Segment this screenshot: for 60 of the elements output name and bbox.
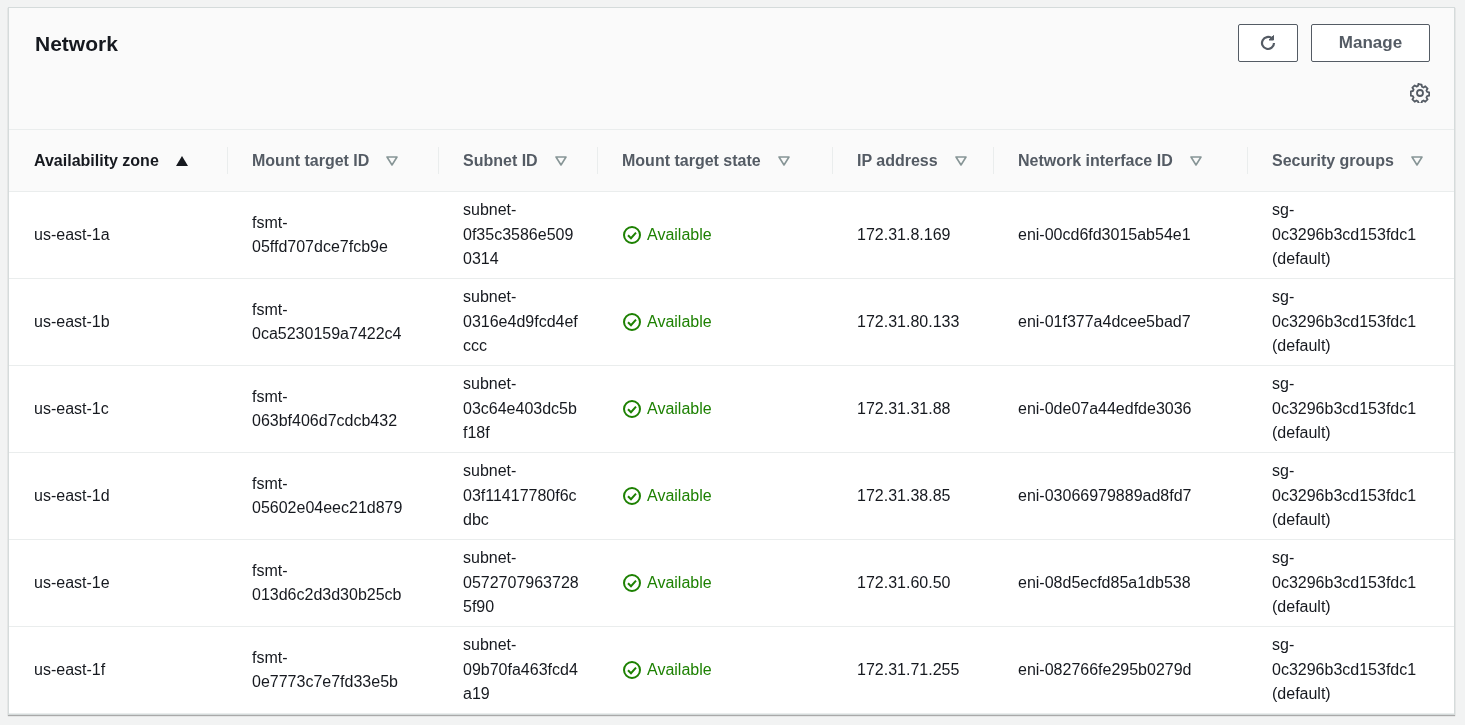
- table-cell-text: subnet-0316e4d9fcd4efccc: [463, 287, 579, 357]
- table-cell-text: us-east-1d: [34, 485, 110, 506]
- table-cell-text: 172.31.38.85: [857, 485, 951, 506]
- column-header[interactable]: Mount target ID: [227, 130, 438, 192]
- table-cell-text: 172.31.8.169: [857, 224, 951, 245]
- check-circle-icon: [622, 312, 642, 332]
- column-header[interactable]: Availability zone: [9, 130, 227, 192]
- table-cell-text: subnet-05727079637285f90: [463, 548, 579, 618]
- status-label: Available: [622, 222, 712, 248]
- table-cell-text: sg-0c3296b3cd153fdc1 (default): [1272, 548, 1418, 618]
- column-header[interactable]: Network interface ID: [993, 130, 1247, 192]
- table-cell-text: eni-0de07a44edfde3036: [1018, 398, 1192, 419]
- table-cell-text: eni-03066979889ad8fd7: [1018, 485, 1192, 506]
- table-cell-text: fsmt-013d6c2d3d30b25cb: [252, 560, 403, 605]
- status-label: Available: [622, 570, 712, 596]
- table-cell-text: fsmt-0e7773c7e7fd33e5b: [252, 647, 399, 692]
- status-label: Available: [622, 483, 712, 509]
- table-cell-text: subnet-03c64e403dc5bf18f: [463, 374, 578, 444]
- table-cell-text: eni-082766fe295b0279d: [1018, 659, 1192, 680]
- table-cell-text: 172.31.71.255: [857, 659, 960, 680]
- column-header[interactable]: IP address: [832, 130, 993, 192]
- table-cell-text: eni-08d5ecfd85a1db538: [1018, 572, 1191, 593]
- table-cell-text: 172.31.31.88: [857, 398, 951, 419]
- column-header[interactable]: Subnet ID: [438, 130, 597, 192]
- table-cell-text: us-east-1a: [34, 224, 110, 245]
- table-cell-text: fsmt-05ffd707dce7fcb9e: [252, 212, 389, 257]
- table-cell-text: 172.31.60.50: [857, 572, 951, 593]
- status-label: Available: [622, 657, 712, 683]
- check-circle-icon: [622, 486, 642, 506]
- status-label: Available: [622, 396, 712, 422]
- column-header[interactable]: Mount target state: [597, 130, 832, 192]
- manage-button[interactable]: Manage: [1311, 24, 1430, 62]
- table-cell-text: fsmt-0ca5230159a7422c4: [252, 299, 403, 344]
- table-cell-text: eni-01f377a4dcee5bad7: [1018, 311, 1191, 332]
- refresh-icon: [1258, 33, 1278, 53]
- table-cell-text: fsmt-063bf406d7cdcb432: [252, 386, 399, 431]
- table-cell-text: subnet-0f35c3586e5090314: [463, 200, 575, 270]
- table-cell-text: sg-0c3296b3cd153fdc1 (default): [1272, 200, 1418, 270]
- table-cell-text: subnet-03f11417780f6cdbc: [463, 461, 578, 531]
- table-cell-text: fsmt-05602e04eec21d879: [252, 473, 404, 518]
- table-cell-text: us-east-1e: [34, 572, 110, 593]
- settings-icon[interactable]: [1410, 83, 1430, 103]
- table-cell-text: us-east-1b: [34, 311, 110, 332]
- column-header[interactable]: Security groups: [1247, 130, 1454, 192]
- refresh-button[interactable]: [1238, 24, 1298, 62]
- check-circle-icon: [622, 660, 642, 680]
- status-label: Available: [622, 309, 712, 335]
- table-cell-text: sg-0c3296b3cd153fdc1 (default): [1272, 374, 1418, 444]
- panel-title: Network: [35, 32, 118, 57]
- check-circle-icon: [622, 399, 642, 419]
- table-cell-text: subnet-09b70fa463fcd4a19: [463, 635, 579, 705]
- table-cell-text: sg-0c3296b3cd153fdc1 (default): [1272, 635, 1418, 705]
- table-cell-text: us-east-1c: [34, 398, 109, 419]
- table-cell-text: sg-0c3296b3cd153fdc1 (default): [1272, 461, 1418, 531]
- check-circle-icon: [622, 225, 642, 245]
- table-cell-text: 172.31.80.133: [857, 311, 960, 332]
- check-circle-icon: [622, 573, 642, 593]
- table-cell-text: eni-00cd6fd3015ab54e1: [1018, 224, 1191, 245]
- table-cell-text: us-east-1f: [34, 659, 106, 680]
- table-cell-text: sg-0c3296b3cd153fdc1 (default): [1272, 287, 1418, 357]
